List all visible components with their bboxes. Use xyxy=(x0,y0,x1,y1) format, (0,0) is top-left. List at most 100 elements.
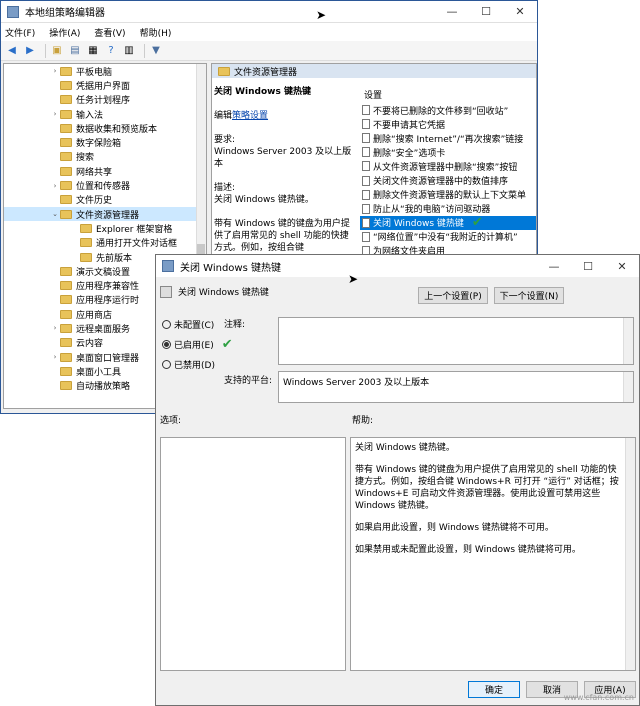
policy-setting-icon xyxy=(362,217,370,228)
tree-item[interactable]: 任务计划程序 xyxy=(4,93,206,107)
folder-icon xyxy=(60,152,72,162)
tree-item[interactable]: › 输入法 xyxy=(4,107,206,121)
setting-row[interactable]: 关闭文件资源管理器中的数值排序 xyxy=(360,173,536,187)
properties-icon[interactable]: ▦ xyxy=(86,44,100,58)
setting-name: 关闭 Windows 键热键 xyxy=(178,288,269,298)
help-scrollbar[interactable] xyxy=(625,438,635,670)
tree-item-label: 远程桌面服务 xyxy=(76,324,131,335)
tree-expander-icon[interactable]: › xyxy=(50,324,60,332)
tree-item[interactable]: 文件历史 xyxy=(4,193,206,207)
menu-help[interactable]: 帮助(H) xyxy=(140,26,172,39)
minimize-icon[interactable]: — xyxy=(435,1,469,23)
folder-icon xyxy=(60,181,72,191)
tree-item[interactable]: › 平板电脑 xyxy=(4,64,206,78)
setting-row[interactable]: “网络位置”中没有“我附近的计算机” xyxy=(360,230,536,244)
setting-row-label: 不要将已删除的文件移到“回收站” xyxy=(373,106,509,117)
platform-scrollbar[interactable] xyxy=(623,372,633,402)
extended-view-icon[interactable]: ▥ xyxy=(122,44,136,58)
tree-item-label: 文件历史 xyxy=(76,196,113,207)
settings-column-header[interactable]: 设置 xyxy=(360,78,536,103)
prev-setting-button[interactable]: 上一个设置(P) xyxy=(418,287,488,304)
tree-item-label: 位置和传感器 xyxy=(76,182,131,193)
setting-row-label: “网络位置”中没有“我附近的计算机” xyxy=(373,233,518,244)
comment-textarea[interactable] xyxy=(278,317,634,365)
desc-desc-label: 描述: xyxy=(214,183,236,193)
setting-row-label: 从文件资源管理器中删除“搜索”按钮 xyxy=(373,162,518,173)
filter-icon[interactable]: ▼ xyxy=(149,44,163,58)
mouse-cursor-icon: ➤ xyxy=(348,272,359,286)
folder-icon xyxy=(60,80,72,90)
radio-disabled[interactable]: 已禁用(D) xyxy=(162,357,233,371)
tree-item[interactable]: 搜索 xyxy=(4,150,206,164)
radio-not-configured[interactable]: 未配置(C) xyxy=(162,317,233,331)
edit-policy-link[interactable]: 策略设置 xyxy=(232,111,268,121)
close-icon[interactable]: ✕ xyxy=(503,1,537,23)
folder-icon xyxy=(60,323,72,333)
folder-icon xyxy=(60,381,72,391)
folder-icon xyxy=(60,123,72,133)
folder-icon xyxy=(60,338,72,348)
tree-expander-icon[interactable]: › xyxy=(50,110,60,118)
tree-item[interactable]: 通用打开文件对话框 xyxy=(4,236,206,250)
help-label: 帮助: xyxy=(352,416,374,426)
settings-list: 设置 不要将已删除的文件移到“回收站” 不要申请其它凭据 删除“搜索 Interne… xyxy=(360,78,536,254)
policy-dialog: 关闭 Windows 键热键 — ☐ ✕ 关闭 Windows 键热键 上一个设… xyxy=(155,254,640,706)
maximize-icon[interactable]: ☐ xyxy=(469,1,503,23)
setting-row[interactable]: 删除“搜索 Internet”/“再次搜索”链接 xyxy=(360,131,536,145)
tree-item[interactable]: 数字保险箱 xyxy=(4,135,206,149)
setting-row[interactable]: 删除“安全”选项卡 xyxy=(360,145,536,159)
dialog-maximize-icon[interactable]: ☐ xyxy=(571,255,605,277)
tree-item[interactable]: 凭据用户界面 xyxy=(4,78,206,92)
tree-item[interactable]: ⌄ 文件资源管理器 xyxy=(4,206,206,222)
dialog-titlebar[interactable]: 关闭 Windows 键热键 — ☐ ✕ xyxy=(156,255,639,277)
tree-item[interactable]: › 位置和传感器 xyxy=(4,178,206,192)
tree-item[interactable]: 数据收集和预览版本 xyxy=(4,121,206,135)
dialog-close-icon[interactable]: ✕ xyxy=(605,255,639,277)
tree-item-label: 通用打开文件对话框 xyxy=(96,239,178,250)
back-arrow-icon[interactable]: ◀ xyxy=(5,44,19,58)
help-icon[interactable]: ? xyxy=(104,44,118,58)
tree-item[interactable]: 网络共享 xyxy=(4,164,206,178)
tree-item-label: 桌面窗口管理器 xyxy=(76,353,140,364)
setting-row[interactable]: 删除文件资源管理器的默认上下文菜单 xyxy=(360,188,536,202)
show-hide-tree-icon[interactable]: ▤ xyxy=(68,44,82,58)
setting-row-label: 删除“安全”选项卡 xyxy=(373,148,446,159)
setting-row[interactable]: 不要将已删除的文件移到“回收站” xyxy=(360,103,536,117)
setting-row[interactable]: 不要申请其它凭据 xyxy=(360,117,536,131)
tree-expander-icon[interactable]: ⌄ xyxy=(50,210,60,218)
dialog-minimize-icon[interactable]: — xyxy=(537,255,571,277)
watermark: www.cfan.com.cn xyxy=(563,693,634,702)
main-titlebar[interactable]: 本地组策略编辑器 — ☐ ✕ xyxy=(1,1,537,23)
content-header: 文件资源管理器 xyxy=(212,64,536,78)
policy-setting-icon xyxy=(362,119,370,130)
menu-view[interactable]: 查看(V) xyxy=(94,26,125,39)
tree-item-label: 任务计划程序 xyxy=(76,96,131,107)
radio-enabled[interactable]: 已启用(E) ✔ xyxy=(162,337,233,352)
setting-row[interactable]: 关闭 Windows 键热键 ✔ xyxy=(360,215,536,230)
menu-action[interactable]: 操作(A) xyxy=(49,26,80,39)
folder-icon xyxy=(60,66,72,76)
menu-file[interactable]: 文件(F) xyxy=(5,26,35,39)
help-paragraph: 带有 Windows 键的键盘为用户提供了启用常见的 shell 功能的快捷方式… xyxy=(355,465,619,511)
folder-icon xyxy=(60,195,72,205)
next-setting-button[interactable]: 下一个设置(N) xyxy=(494,287,564,304)
tree-expander-icon[interactable]: › xyxy=(50,182,60,190)
radio-not-configured-label: 未配置(C) xyxy=(174,320,215,331)
setting-row[interactable]: 防止从“我的电脑”访问驱动器 xyxy=(360,202,536,216)
state-radio-group: 未配置(C) 已启用(E) ✔ 已禁用(D) xyxy=(162,317,233,371)
tree-item-label: 文件资源管理器 xyxy=(76,210,140,221)
policy-setting-icon xyxy=(362,147,370,158)
tree-item-label: 搜索 xyxy=(76,153,95,164)
up-folder-icon[interactable]: ▣ xyxy=(50,44,64,58)
ok-button[interactable]: 确定 xyxy=(468,681,520,698)
help-paragraph: 如果禁用或未配置此设置，则 Windows 键热键将可用。 xyxy=(355,545,581,555)
folder-icon xyxy=(60,166,72,176)
folder-icon xyxy=(60,309,72,319)
tree-item-label: 应用程序运行时 xyxy=(76,296,140,307)
comment-scrollbar[interactable] xyxy=(623,318,633,364)
tree-item[interactable]: Explorer 框架窗格 xyxy=(4,221,206,235)
forward-arrow-icon[interactable]: ▶ xyxy=(23,44,37,58)
tree-expander-icon[interactable]: › xyxy=(50,353,60,361)
tree-expander-icon[interactable]: › xyxy=(50,67,60,75)
setting-row[interactable]: 从文件资源管理器中删除“搜索”按钮 xyxy=(360,159,536,173)
